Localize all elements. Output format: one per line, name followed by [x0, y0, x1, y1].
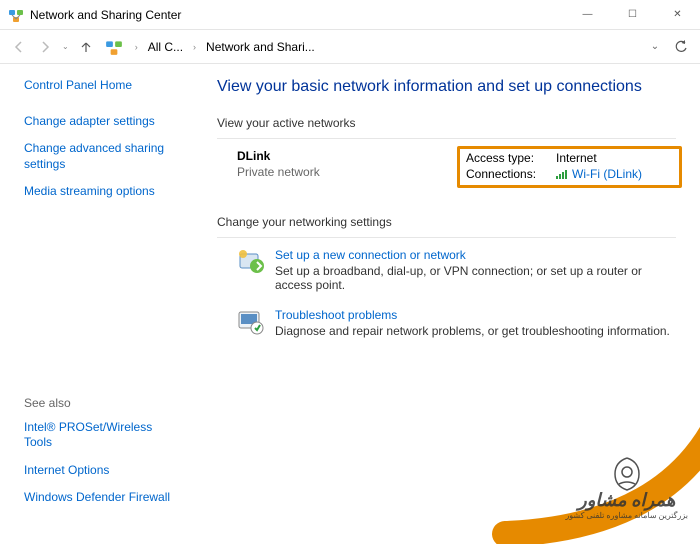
- troubleshoot-link[interactable]: Troubleshoot problems: [275, 308, 670, 322]
- control-panel-home-link[interactable]: Control Panel Home: [24, 78, 181, 94]
- close-button[interactable]: ✕: [655, 0, 700, 30]
- media-streaming-link[interactable]: Media streaming options: [24, 184, 181, 200]
- sidebar: Control Panel Home Change adapter settin…: [0, 64, 195, 528]
- page-heading: View your basic network information and …: [217, 78, 676, 96]
- access-type-value: Internet: [556, 151, 673, 165]
- window-title: Network and Sharing Center: [30, 8, 565, 22]
- active-networks-label: View your active networks: [217, 116, 676, 130]
- network-center-icon: [105, 38, 123, 56]
- watermark-subtitle: بزرگترین سامانه مشاوره تلفنی کشور: [565, 511, 688, 520]
- connection-highlight: Access type: Internet Connections: Wi-Fi…: [457, 146, 682, 188]
- change-sharing-link[interactable]: Change advanced sharing settings: [24, 141, 181, 172]
- firewall-link[interactable]: Windows Defender Firewall: [24, 490, 181, 506]
- breadcrumb-dropdown[interactable]: ⌄: [644, 36, 666, 58]
- wifi-signal-icon: [556, 169, 568, 179]
- titlebar: Network and Sharing Center — ☐ ✕: [0, 0, 700, 30]
- back-button[interactable]: [8, 36, 30, 58]
- change-adapter-link[interactable]: Change adapter settings: [24, 114, 181, 130]
- connections-label: Connections:: [466, 167, 556, 181]
- minimize-button[interactable]: —: [565, 0, 610, 30]
- new-connection-desc: Set up a broadband, dial-up, or VPN conn…: [275, 264, 676, 292]
- see-also-label: See also: [24, 396, 181, 410]
- wifi-connection-link[interactable]: Wi-Fi (DLink): [556, 167, 673, 181]
- breadcrumb[interactable]: › All C... › Network and Shari...: [131, 38, 610, 56]
- refresh-button[interactable]: [670, 36, 692, 58]
- network-name: DLink: [237, 149, 463, 163]
- new-connection-icon: [237, 248, 265, 276]
- breadcrumb-page[interactable]: Network and Shari...: [202, 38, 319, 56]
- up-button[interactable]: [75, 36, 97, 58]
- troubleshoot-desc: Diagnose and repair network problems, or…: [275, 324, 670, 338]
- troubleshoot-icon: [237, 308, 265, 336]
- network-center-icon: [8, 7, 24, 23]
- watermark: همراه مشاور بزرگترین سامانه مشاوره تلفنی…: [565, 456, 688, 520]
- access-type-label: Access type:: [466, 151, 556, 165]
- recent-locations-button[interactable]: ⌄: [60, 44, 71, 50]
- network-type: Private network: [237, 165, 463, 179]
- intel-proset-link[interactable]: Intel® PROSet/Wireless Tools: [24, 420, 181, 451]
- forward-button[interactable]: [34, 36, 56, 58]
- new-connection-link[interactable]: Set up a new connection or network: [275, 248, 676, 262]
- maximize-button[interactable]: ☐: [610, 0, 655, 30]
- address-bar: ⌄ › All C... › Network and Shari... ⌄: [0, 30, 700, 64]
- internet-options-link[interactable]: Internet Options: [24, 463, 181, 479]
- breadcrumb-allc[interactable]: All C...: [144, 38, 187, 56]
- change-settings-label: Change your networking settings: [217, 215, 676, 229]
- watermark-title: همراه مشاور: [565, 490, 688, 511]
